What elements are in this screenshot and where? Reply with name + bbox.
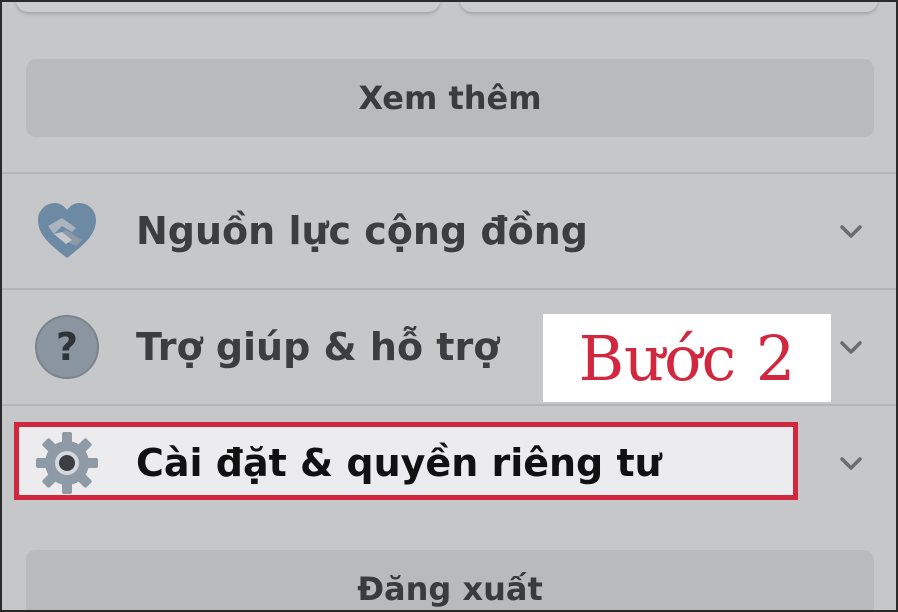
shortcut-card-left[interactable] <box>16 2 440 12</box>
menu-item-settings-privacy[interactable]: Cài đặt & quyền riêng tư <box>2 406 896 520</box>
chevron-down-icon[interactable] <box>834 446 868 480</box>
menu-item-label: Trợ giúp & hỗ trợ <box>136 325 500 369</box>
menu-item-label: Cài đặt & quyền riêng tư <box>136 441 662 485</box>
chevron-down-icon[interactable] <box>834 214 868 248</box>
menu-item-label: Nguồn lực cộng đồng <box>136 209 588 253</box>
chevron-down-icon[interactable] <box>834 330 868 364</box>
menu-item-community-resources[interactable]: Nguồn lực cộng đồng <box>2 174 896 288</box>
step-annotation: Bước 2 <box>543 314 831 402</box>
logout-button[interactable]: Đăng xuất <box>26 550 874 610</box>
handshake-icon <box>32 196 102 266</box>
shortcut-card-right[interactable] <box>460 2 878 12</box>
gear-icon <box>32 428 102 498</box>
see-more-button[interactable]: Xem thêm <box>26 59 874 137</box>
menu-screen: Xem thêm Nguồn lực cộng đồng ? Trợ giúp <box>0 0 898 612</box>
question-mark-icon: ? <box>32 312 102 382</box>
svg-text:?: ? <box>56 325 78 369</box>
